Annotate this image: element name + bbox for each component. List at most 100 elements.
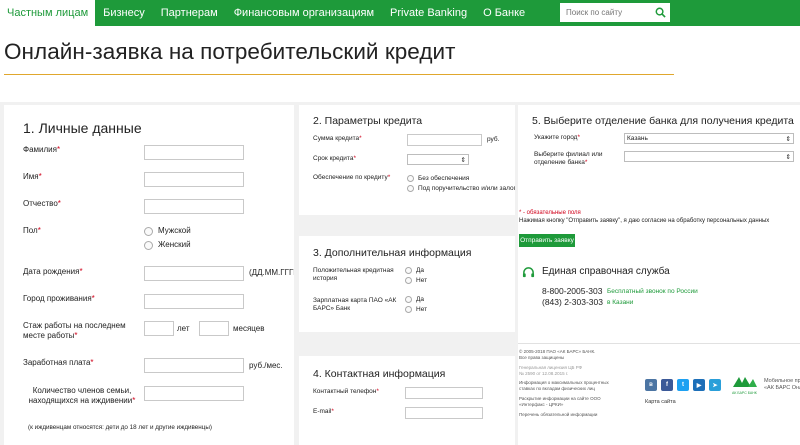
mobile-app-text-2: «АК БАРС Онл <box>764 385 800 391</box>
experience-years-input[interactable] <box>144 321 174 336</box>
nav-item-business[interactable]: Бизнесу <box>95 0 153 26</box>
card-yes-radio[interactable] <box>405 296 412 303</box>
chevron-icon: ⇕ <box>460 156 466 164</box>
patronymic-label: Отчество* <box>23 199 61 208</box>
term-select[interactable]: ⇕ <box>407 154 469 165</box>
years-unit: лет <box>177 324 190 333</box>
amount-input[interactable] <box>407 134 482 146</box>
branch-select[interactable]: ⇕ <box>624 151 794 162</box>
required-note: * - обязательные поля <box>519 210 581 216</box>
search-button[interactable] <box>651 4 669 21</box>
phone-input[interactable] <box>405 387 483 399</box>
additional-info-panel: 3. Дополнительная информация Положительн… <box>299 236 515 332</box>
service-title: Единая справочная служба <box>542 266 670 277</box>
telegram-icon[interactable]: ➤ <box>709 379 721 391</box>
twitter-icon[interactable]: t <box>677 379 689 391</box>
history-yes-radio[interactable] <box>405 267 412 274</box>
birthdate-label: Дата рождения* <box>23 267 83 276</box>
branch-panel: 5. Выберите отделение банка для получени… <box>518 105 800 445</box>
nav-item-financial[interactable]: Финансовым организациям <box>226 0 382 26</box>
family-note: (к иждивенцам относятся: дети до 18 лет … <box>28 424 213 431</box>
footer-license-2: № 2590 от 12.08.2015 г. <box>519 371 569 376</box>
family-label: Количество членов семьи, находящихся на … <box>28 386 136 405</box>
top-navigation: Частным лицам Бизнесу Партнерам Финансов… <box>0 0 800 26</box>
mobile-app-text-1: Мобильное прил <box>764 378 800 384</box>
nav-item-partners[interactable]: Партнерам <box>153 0 226 26</box>
history-yes-label: Да <box>416 267 425 274</box>
consent-text: Нажимая кнопку "Отправить заявку", я даю… <box>519 218 770 224</box>
no-security-label: Без обеспечения <box>418 175 470 182</box>
family-input[interactable] <box>144 386 244 401</box>
section-title-personal: 1. Личные данные <box>23 120 142 136</box>
amount-unit: руб. <box>487 136 500 143</box>
city-label: Город проживания* <box>23 294 95 303</box>
experience-months-input[interactable] <box>199 321 229 336</box>
chevron-icon: ⇕ <box>785 135 791 143</box>
headset-icon <box>522 267 535 278</box>
submit-button[interactable]: Отправить заявку <box>519 234 575 247</box>
salary-unit: руб./мес. <box>249 361 283 370</box>
gender-male-radio[interactable] <box>144 227 153 236</box>
guarantee-label: Под поручительство и/или залог <box>418 185 515 192</box>
patronymic-input[interactable] <box>144 199 244 214</box>
amount-label: Сумма кредита* <box>313 135 362 142</box>
term-label: Срок кредита* <box>313 155 356 162</box>
nav-item-private-banking[interactable]: Private Banking <box>382 0 475 26</box>
service-phone-2: (843) 2-303-303 <box>542 297 603 307</box>
gender-female-radio[interactable] <box>144 241 153 250</box>
footer-insiders[interactable]: Перечень обязательной информации <box>519 412 597 418</box>
section-title-credit: 2. Параметры кредита <box>313 115 423 127</box>
personal-data-panel: 1. Личные данные Фамилия* Имя* Отчество*… <box>4 105 294 445</box>
date-format-hint: (ДД.ММ.ГГГГ) <box>249 268 294 277</box>
section-title-additional: 3. Дополнительная информация <box>313 247 472 259</box>
search-icon <box>655 7 666 18</box>
city-select[interactable]: Казань ⇕ <box>624 133 794 144</box>
salary-label: Заработная плата* <box>23 358 94 367</box>
security-label: Обеспечение по кредиту* <box>313 174 391 181</box>
history-no-label: Нет <box>416 277 428 284</box>
surname-label: Фамилия* <box>23 145 61 154</box>
title-underline <box>4 74 674 75</box>
email-label: E-mail* <box>313 408 334 415</box>
gender-male-label: Мужской <box>158 226 191 235</box>
footer-rights: Все права защищены <box>519 355 565 360</box>
page-header: Онлайн-заявка на потребительский кредит <box>0 26 800 102</box>
service-phone-1-note: Бесплатный звонок по России <box>607 288 698 295</box>
no-security-radio[interactable] <box>407 175 414 182</box>
name-input[interactable] <box>144 172 244 187</box>
email-input[interactable] <box>405 407 483 419</box>
facebook-icon[interactable]: f <box>661 379 673 391</box>
section-title-branch: 5. Выберите отделение банка для получени… <box>532 115 794 127</box>
footer-divider <box>518 343 800 344</box>
card-yes-label: Да <box>416 296 425 303</box>
guarantee-radio[interactable] <box>407 185 414 192</box>
nav-item-private[interactable]: Частным лицам <box>0 0 96 26</box>
youtube-icon[interactable]: ▶ <box>693 379 705 391</box>
phone-label: Контактный телефон* <box>313 388 379 395</box>
salary-input[interactable] <box>144 358 244 373</box>
footer-disclosure-2[interactable]: «Интерфакс - ЦРКИ» <box>519 402 563 408</box>
name-label: Имя* <box>23 172 42 181</box>
page-title: Онлайн-заявка на потребительский кредит <box>4 39 456 64</box>
nav-item-about[interactable]: О Банке <box>475 0 533 26</box>
footer-rates-link-2[interactable]: ставках по вкладам физических лиц <box>519 386 595 392</box>
card-no-radio[interactable] <box>405 306 412 313</box>
branch-select-label: Выберите филиал или отделение банка* <box>534 151 603 166</box>
gender-label: Пол* <box>23 226 41 235</box>
bank-logo-text: АК БАРС БАНК <box>732 391 757 395</box>
experience-label: Стаж работы на последнем месте работы* <box>23 321 126 340</box>
contact-info-panel: 4. Контактная информация Контактный теле… <box>299 356 515 445</box>
sitemap-link[interactable]: Карта сайта <box>645 399 676 405</box>
branch-city-label: Укажите город* <box>534 134 580 141</box>
birthdate-input[interactable] <box>144 266 244 281</box>
service-phone-2-note: в Казани <box>607 299 634 306</box>
card-no-label: Нет <box>416 306 428 313</box>
surname-input[interactable] <box>144 145 244 160</box>
section-title-contact: 4. Контактная информация <box>313 368 446 380</box>
city-input[interactable] <box>144 294 244 309</box>
vk-icon[interactable]: в <box>645 379 657 391</box>
credit-history-label: Положительная кредитная история <box>313 267 394 282</box>
history-no-radio[interactable] <box>405 277 412 284</box>
months-unit: месяцев <box>233 324 265 333</box>
chevron-icon: ⇕ <box>785 153 791 161</box>
